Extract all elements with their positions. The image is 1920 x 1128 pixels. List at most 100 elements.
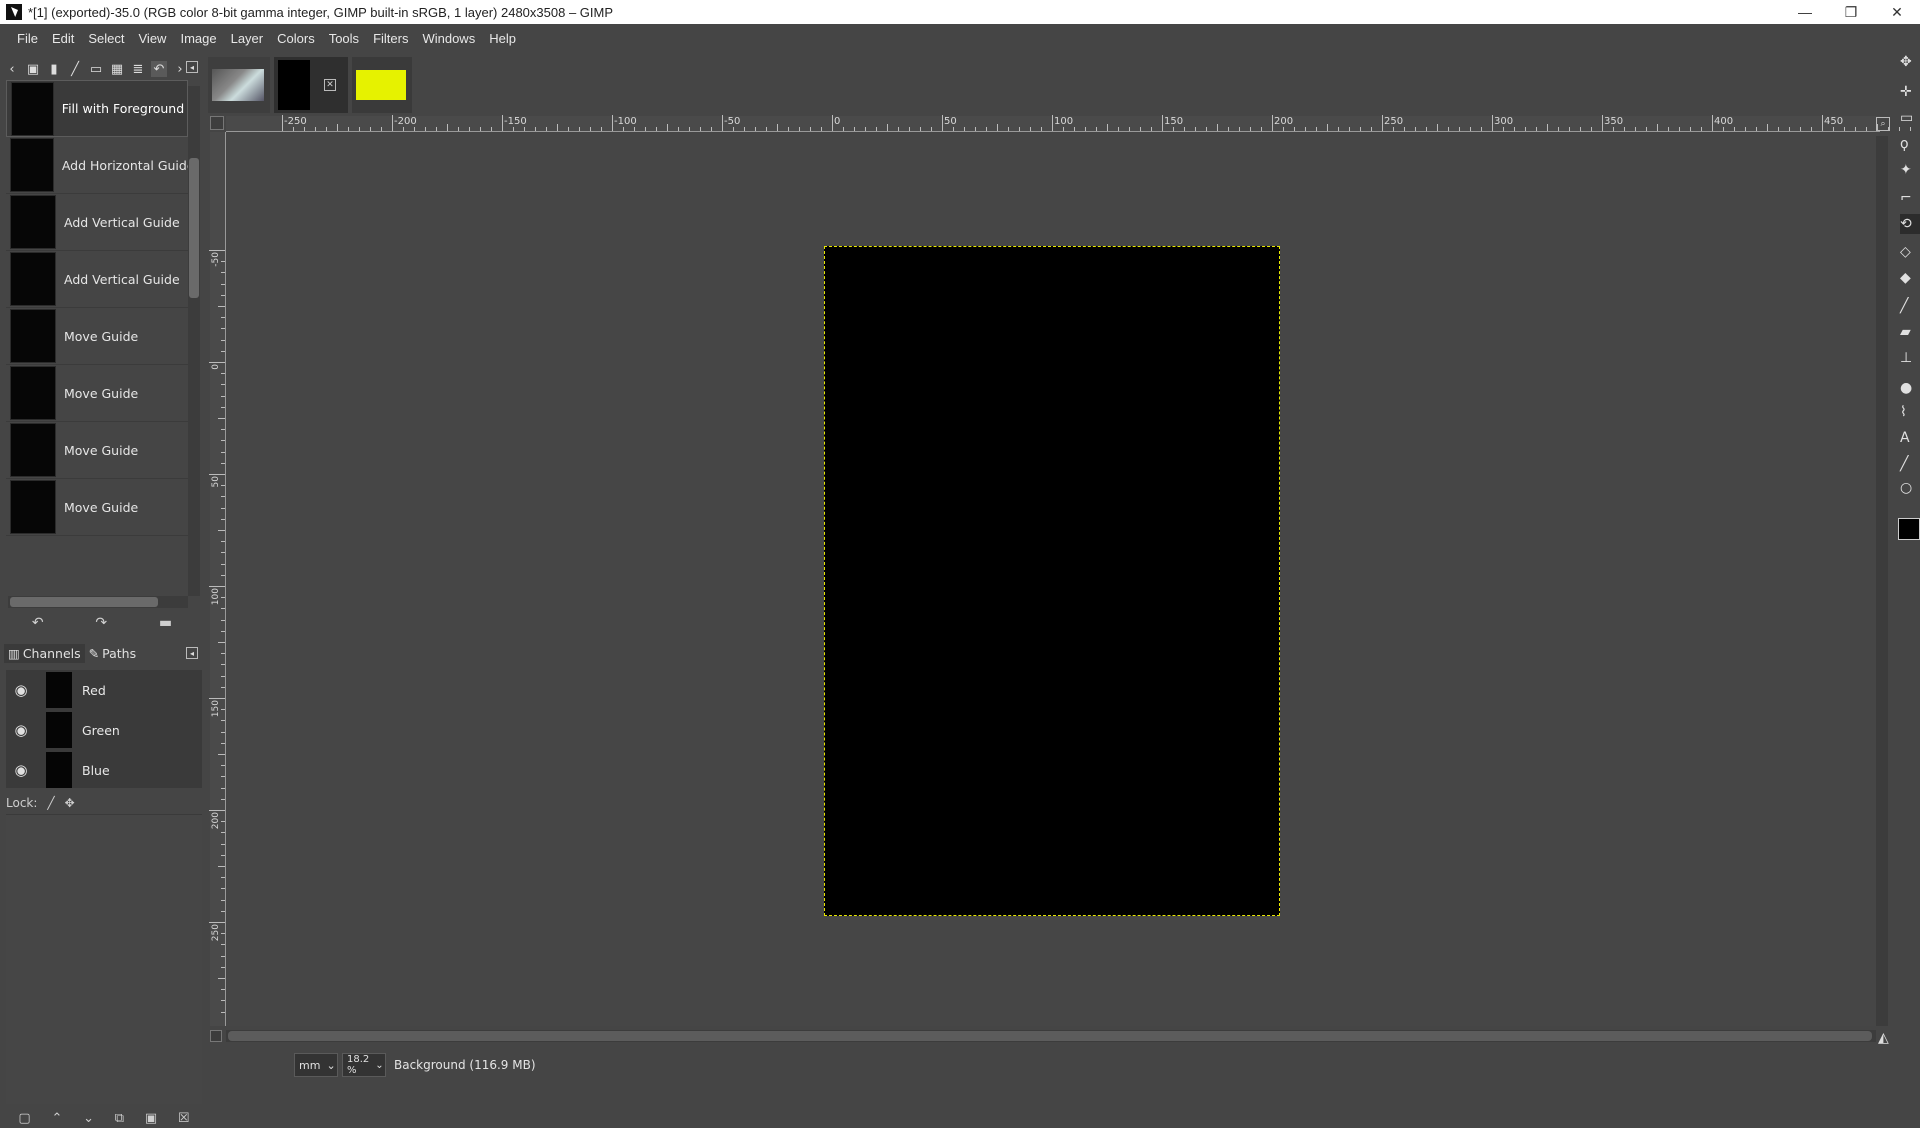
- delete-channel-icon[interactable]: ☒: [178, 1111, 190, 1126]
- ruler-minor-tick: [414, 127, 415, 131]
- ruler-minor-tick: [931, 127, 932, 131]
- zoom-select[interactable]: 18.2 % ⌄: [342, 1053, 386, 1077]
- paintbrush-icon[interactable]: ╱: [67, 61, 83, 77]
- dock-menu-icon[interactable]: ◂: [186, 647, 198, 659]
- history-item[interactable]: Add Vertical Guide: [6, 194, 188, 251]
- menu-edit[interactable]: Edit: [45, 31, 81, 46]
- warp-icon[interactable]: ◇: [1900, 242, 1920, 262]
- horizontal-ruler[interactable]: -250 -200 -150 -100 -50 0 50 100 150 200 250 300 350…: [226, 115, 1911, 132]
- menu-filters[interactable]: Filters: [366, 31, 415, 46]
- scrollbar-thumb[interactable]: [228, 1031, 1872, 1041]
- image-tab[interactable]: [352, 57, 412, 113]
- ruler-minor-tick: [1745, 127, 1746, 131]
- smudge-icon[interactable]: ●: [1900, 378, 1920, 398]
- bucket-fill-icon[interactable]: ◆: [1900, 268, 1920, 288]
- menu-layer[interactable]: Layer: [224, 31, 271, 46]
- history-item[interactable]: Move Guide: [6, 308, 188, 365]
- tab-channels[interactable]: ▥ Channels: [4, 643, 85, 663]
- redo-icon[interactable]: ↷: [95, 615, 107, 631]
- layers-icon[interactable]: ≣: [130, 61, 146, 77]
- close-button[interactable]: ✕: [1874, 0, 1920, 24]
- canvas-vertical-scrollbar[interactable]: [1876, 136, 1888, 1026]
- channel-row[interactable]: ◉ Green: [6, 710, 202, 750]
- menu-colors[interactable]: Colors: [270, 31, 322, 46]
- zoom-fit-icon[interactable]: ⌕: [1876, 117, 1890, 131]
- menu-file[interactable]: File: [10, 31, 45, 46]
- scrollbar-thumb[interactable]: [189, 158, 199, 298]
- history-vertical-scrollbar[interactable]: [188, 86, 200, 596]
- duplicate-channel-icon[interactable]: ⧉: [115, 1111, 124, 1126]
- ruler-minor-tick: [887, 124, 888, 131]
- menu-image[interactable]: Image: [173, 31, 223, 46]
- history-horizontal-scrollbar[interactable]: [8, 596, 188, 608]
- transform-icon[interactable]: ⟲: [1900, 214, 1920, 234]
- move-tool-icon[interactable]: ✛: [1900, 82, 1920, 102]
- rect-select-icon[interactable]: ▭: [1900, 108, 1920, 128]
- chevron-left-icon[interactable]: ‹: [4, 61, 20, 77]
- clear-history-icon[interactable]: ▬: [159, 615, 172, 631]
- channel-row[interactable]: ◉ Blue: [6, 750, 202, 790]
- brush-icon[interactable]: ▮: [46, 61, 62, 77]
- visibility-eye-icon[interactable]: ◉: [6, 761, 36, 779]
- history-item[interactable]: Move Guide: [6, 365, 188, 422]
- maximize-button[interactable]: ❐: [1828, 0, 1874, 24]
- minimize-button[interactable]: —: [1782, 0, 1828, 24]
- ruler-corner[interactable]: [210, 116, 224, 130]
- menu-select[interactable]: Select: [81, 31, 131, 46]
- dock-menu-icon[interactable]: ◂: [186, 61, 198, 73]
- tab-paths[interactable]: ✎ Paths: [85, 644, 140, 663]
- tool-options-icon[interactable]: ▣: [25, 61, 41, 77]
- color-picker-icon[interactable]: ╱: [1900, 454, 1920, 474]
- ruler-minor-tick: [221, 776, 225, 778]
- device-status-icon[interactable]: ▭: [88, 61, 104, 77]
- ruler-minor-tick: [315, 127, 316, 131]
- fuzzy-select-icon[interactable]: ✦: [1900, 160, 1920, 180]
- scrollbar-thumb[interactable]: [10, 597, 158, 607]
- foreground-color-swatch[interactable]: [1898, 518, 1920, 540]
- history-item[interactable]: Add Vertical Guide: [6, 251, 188, 308]
- lower-channel-icon[interactable]: ⌄: [83, 1111, 94, 1126]
- menu-windows[interactable]: Windows: [415, 31, 482, 46]
- visibility-eye-icon[interactable]: ◉: [6, 721, 36, 739]
- raise-channel-icon[interactable]: ⌃: [51, 1111, 62, 1126]
- history-item[interactable]: Fill with Foreground C: [6, 80, 188, 137]
- canvas-horizontal-scrollbar[interactable]: [226, 1030, 1876, 1042]
- tool-icon[interactable]: ✥: [1900, 52, 1920, 72]
- vertical-ruler[interactable]: -50 0 50 100 150 200 250: [209, 132, 226, 1026]
- paths-tool-icon[interactable]: ⌇: [1900, 402, 1920, 422]
- undo-icon[interactable]: ↶: [32, 615, 44, 631]
- text-tool-icon[interactable]: A: [1900, 428, 1920, 448]
- clone-icon[interactable]: ⊥: [1900, 348, 1920, 368]
- lasso-icon[interactable]: ϙ: [1900, 134, 1920, 154]
- history-item[interactable]: Add Horizontal Guide: [6, 137, 188, 194]
- quick-mask-icon[interactable]: ◭: [1878, 1030, 1889, 1046]
- close-tab-icon[interactable]: ✕: [324, 79, 336, 91]
- paintbrush-tool-icon[interactable]: ╱: [1900, 296, 1920, 316]
- ruler-tick: [1382, 115, 1383, 131]
- zoom-tool-icon[interactable]: ○: [1900, 478, 1920, 498]
- ruler-minor-tick: [876, 127, 877, 131]
- channel-row[interactable]: ◉ Red: [6, 670, 202, 710]
- menu-view[interactable]: View: [132, 31, 174, 46]
- new-channel-icon[interactable]: ▢: [18, 1111, 30, 1126]
- unit-select[interactable]: mm ⌄: [294, 1053, 338, 1077]
- lock-position-icon[interactable]: ✥: [65, 796, 75, 810]
- menu-tools[interactable]: Tools: [322, 31, 366, 46]
- image-document[interactable]: [824, 246, 1280, 916]
- history-item[interactable]: Move Guide: [6, 422, 188, 479]
- lock-pixels-icon[interactable]: ╱: [47, 796, 54, 810]
- visibility-eye-icon[interactable]: ◉: [6, 681, 36, 699]
- pattern-icon[interactable]: ▦: [109, 61, 125, 77]
- menu-help[interactable]: Help: [482, 31, 523, 46]
- navigate-icon[interactable]: [210, 1030, 222, 1042]
- image-tab[interactable]: [208, 57, 270, 113]
- channel-to-selection-icon[interactable]: ▣: [145, 1111, 157, 1126]
- canvas-area[interactable]: [227, 133, 1879, 1026]
- history-item[interactable]: Move Guide: [6, 479, 188, 536]
- ruler-minor-tick: [964, 127, 965, 131]
- undo-history-icon[interactable]: ↶: [151, 61, 167, 77]
- image-tab-active[interactable]: ✕: [274, 57, 348, 113]
- ruler-tick: [209, 810, 225, 811]
- crop-icon[interactable]: ⌐: [1900, 188, 1920, 208]
- eraser-icon[interactable]: ▰: [1900, 322, 1920, 342]
